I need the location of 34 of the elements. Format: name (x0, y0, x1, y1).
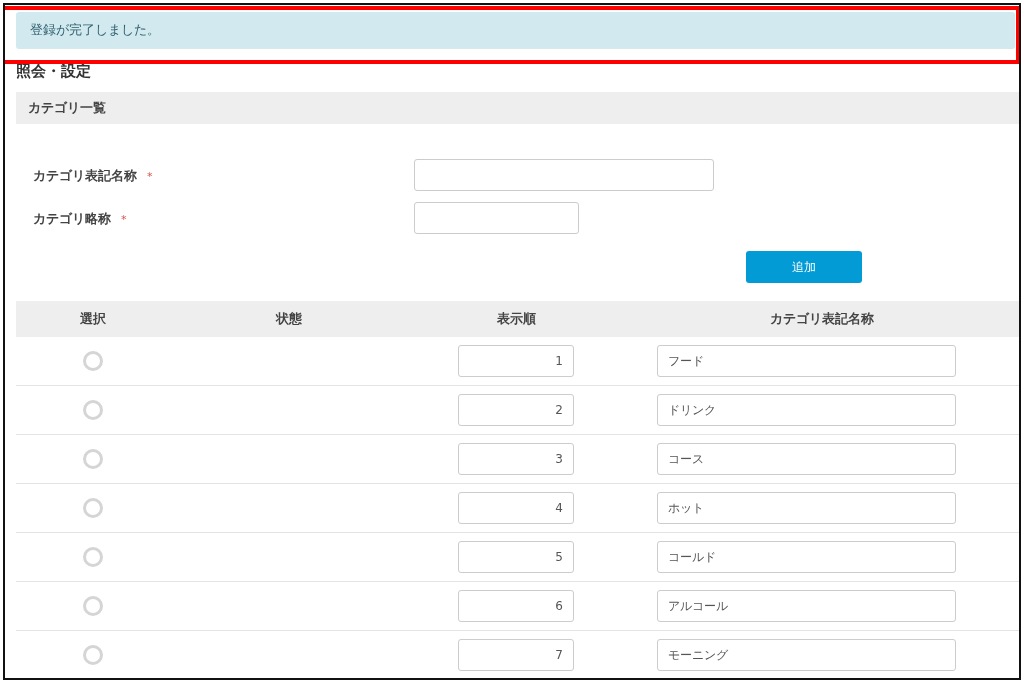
name-field[interactable]: コールド (657, 541, 956, 573)
radio-button[interactable] (83, 645, 103, 665)
order-field[interactable]: 2 (458, 394, 574, 426)
order-field[interactable]: 6 (458, 590, 574, 622)
column-header: 表示順 (495, 310, 537, 328)
order-field[interactable]: 5 (458, 541, 574, 573)
radio-button[interactable] (83, 449, 103, 469)
section-header: カテゴリ一覧 (16, 92, 1019, 124)
field-label: カテゴリ略称 (32, 210, 111, 226)
column-header: 選択 (79, 310, 107, 328)
text-field[interactable] (414, 158, 714, 191)
text-field[interactable] (414, 201, 579, 234)
name-field[interactable]: アルコール (657, 590, 956, 622)
column-header: 状態 (274, 310, 303, 328)
radio-button[interactable] (83, 498, 103, 518)
success-alert: 登録が完了しました。 (16, 12, 1015, 49)
field-label: カテゴリ表記名称 (32, 167, 137, 183)
name-field[interactable]: ドリンク (657, 394, 956, 426)
order-field[interactable]: 4 (458, 492, 574, 524)
radio-button[interactable] (83, 596, 103, 616)
column-header: カテゴリ表記名称 (769, 310, 875, 328)
radio-button[interactable] (83, 547, 103, 567)
radio-button[interactable] (83, 400, 103, 420)
name-field[interactable]: モーニング (657, 639, 956, 671)
radio-button[interactable] (83, 351, 103, 371)
required-mark: * (121, 212, 127, 226)
name-field[interactable]: ホット (657, 492, 956, 524)
order-field[interactable]: 3 (458, 443, 574, 475)
name-field[interactable]: フード (657, 345, 956, 377)
order-field[interactable]: 1 (458, 345, 574, 377)
required-mark: * (147, 169, 153, 183)
order-field[interactable]: 7 (458, 639, 574, 671)
page-title: 照会・設定 (16, 62, 92, 80)
name-field[interactable]: コース (657, 443, 956, 475)
